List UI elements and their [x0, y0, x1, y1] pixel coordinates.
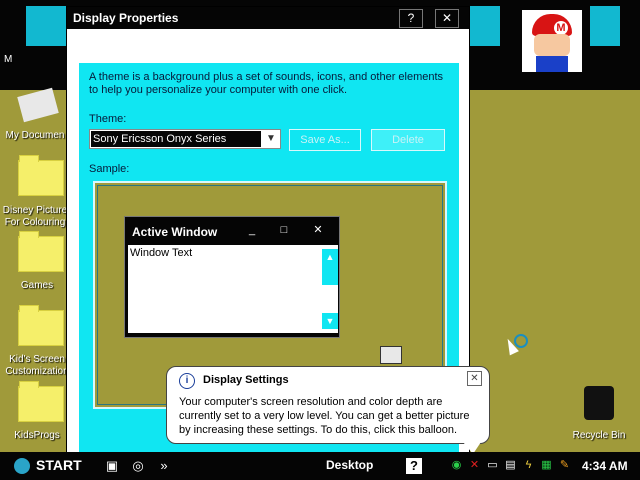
network-icon[interactable]: ◉: [450, 459, 463, 472]
start-orb-icon: [14, 458, 30, 475]
scroll-thumb: [322, 265, 338, 285]
folder-icon[interactable]: [18, 155, 64, 196]
scroll-down-icon: ▼: [322, 313, 338, 329]
desktop-icon-label[interactable]: My Documen: [2, 130, 68, 142]
recycle-bin-icon[interactable]: [584, 386, 614, 420]
desktop-icon-label[interactable]: Kid's Screen Customization: [2, 354, 72, 378]
sample-window-text: Window Text: [130, 247, 193, 259]
close-icon: ✕: [313, 224, 323, 236]
folder-icon[interactable]: [18, 305, 64, 346]
sample-active-window: Active Window _ □ ✕ Window Text ▲ ▼: [124, 216, 340, 338]
tool-icon[interactable]: ✎: [558, 459, 571, 472]
sample-window-title: Active Window: [132, 225, 218, 239]
sample-label: Sample:: [89, 163, 130, 175]
sample-window-body: Window Text ▲ ▼: [128, 245, 338, 333]
desktop-toolbar-label[interactable]: Desktop: [326, 458, 373, 472]
my-documents-icon[interactable]: [17, 87, 59, 123]
balloon-message[interactable]: Your computer's screen resolution and co…: [179, 395, 479, 437]
mario-picture: M: [522, 10, 582, 72]
delete-button[interactable]: Delete: [371, 129, 445, 151]
desktop-icon-label[interactable]: Disney Picture For Colouring: [0, 205, 70, 229]
folder-icon[interactable]: [18, 231, 64, 272]
theme-select-value: Sony Ericsson Onyx Series: [91, 131, 261, 147]
decor-tile: [26, 6, 68, 46]
window-titlebar[interactable]: Display Properties ? ✕: [67, 7, 469, 29]
scroll-up-icon: ▲: [322, 249, 338, 265]
info-icon: i: [179, 373, 195, 389]
taskbar: START ▣ ◎ » Desktop ? ◉ ✕ ▭ ▤ ϟ ▦ ✎ 4:34…: [0, 452, 640, 480]
desktop-icon-label[interactable]: KidsProgs: [2, 430, 72, 442]
more-icon[interactable]: »: [156, 458, 172, 474]
decor-tile: [470, 6, 500, 46]
save-as-button[interactable]: Save As...: [289, 129, 361, 151]
sample-scrollbar: ▲ ▼: [322, 245, 338, 333]
power-icon[interactable]: ϟ: [522, 459, 535, 472]
error-icon[interactable]: ✕: [468, 459, 481, 472]
chevron-down-icon[interactable]: ▼: [262, 130, 280, 148]
help-icon[interactable]: ?: [406, 458, 422, 474]
small-desktop-item: [380, 346, 402, 364]
desktop-icon-label[interactable]: Games: [2, 280, 72, 292]
quicklaunch-icon[interactable]: ▣: [104, 458, 120, 474]
minimize-icon: _: [248, 224, 256, 236]
maximize-icon: □: [280, 224, 288, 236]
window-title: Display Properties: [73, 11, 179, 25]
desktop-icon-label[interactable]: Recycle Bin: [566, 430, 632, 442]
monitor-icon[interactable]: ▦: [540, 459, 553, 472]
start-label: START: [36, 457, 82, 473]
busy-indicator-icon: [514, 334, 528, 348]
folder-icon[interactable]: [18, 381, 64, 422]
start-button[interactable]: START: [14, 457, 82, 475]
balloon-title: Display Settings: [203, 374, 289, 386]
balloon-close-button[interactable]: ✕: [467, 371, 482, 386]
browser-icon[interactable]: ◎: [130, 458, 146, 474]
theme-description: A theme is a background plus a set of so…: [89, 71, 444, 96]
display-icon[interactable]: ▭: [486, 459, 499, 472]
theme-select[interactable]: Sony Ericsson Onyx Series ▼: [89, 129, 281, 149]
close-button[interactable]: ✕: [435, 9, 459, 28]
clock[interactable]: 4:34 AM: [582, 459, 628, 473]
theme-label: Theme:: [89, 113, 127, 125]
display-settings-balloon[interactable]: i Display Settings ✕ Your computer's scr…: [166, 366, 490, 454]
decor-tile: [590, 6, 620, 46]
partial-icon-label[interactable]: M: [4, 54, 12, 66]
document-icon[interactable]: ▤: [504, 459, 517, 472]
help-button[interactable]: ?: [399, 9, 423, 28]
